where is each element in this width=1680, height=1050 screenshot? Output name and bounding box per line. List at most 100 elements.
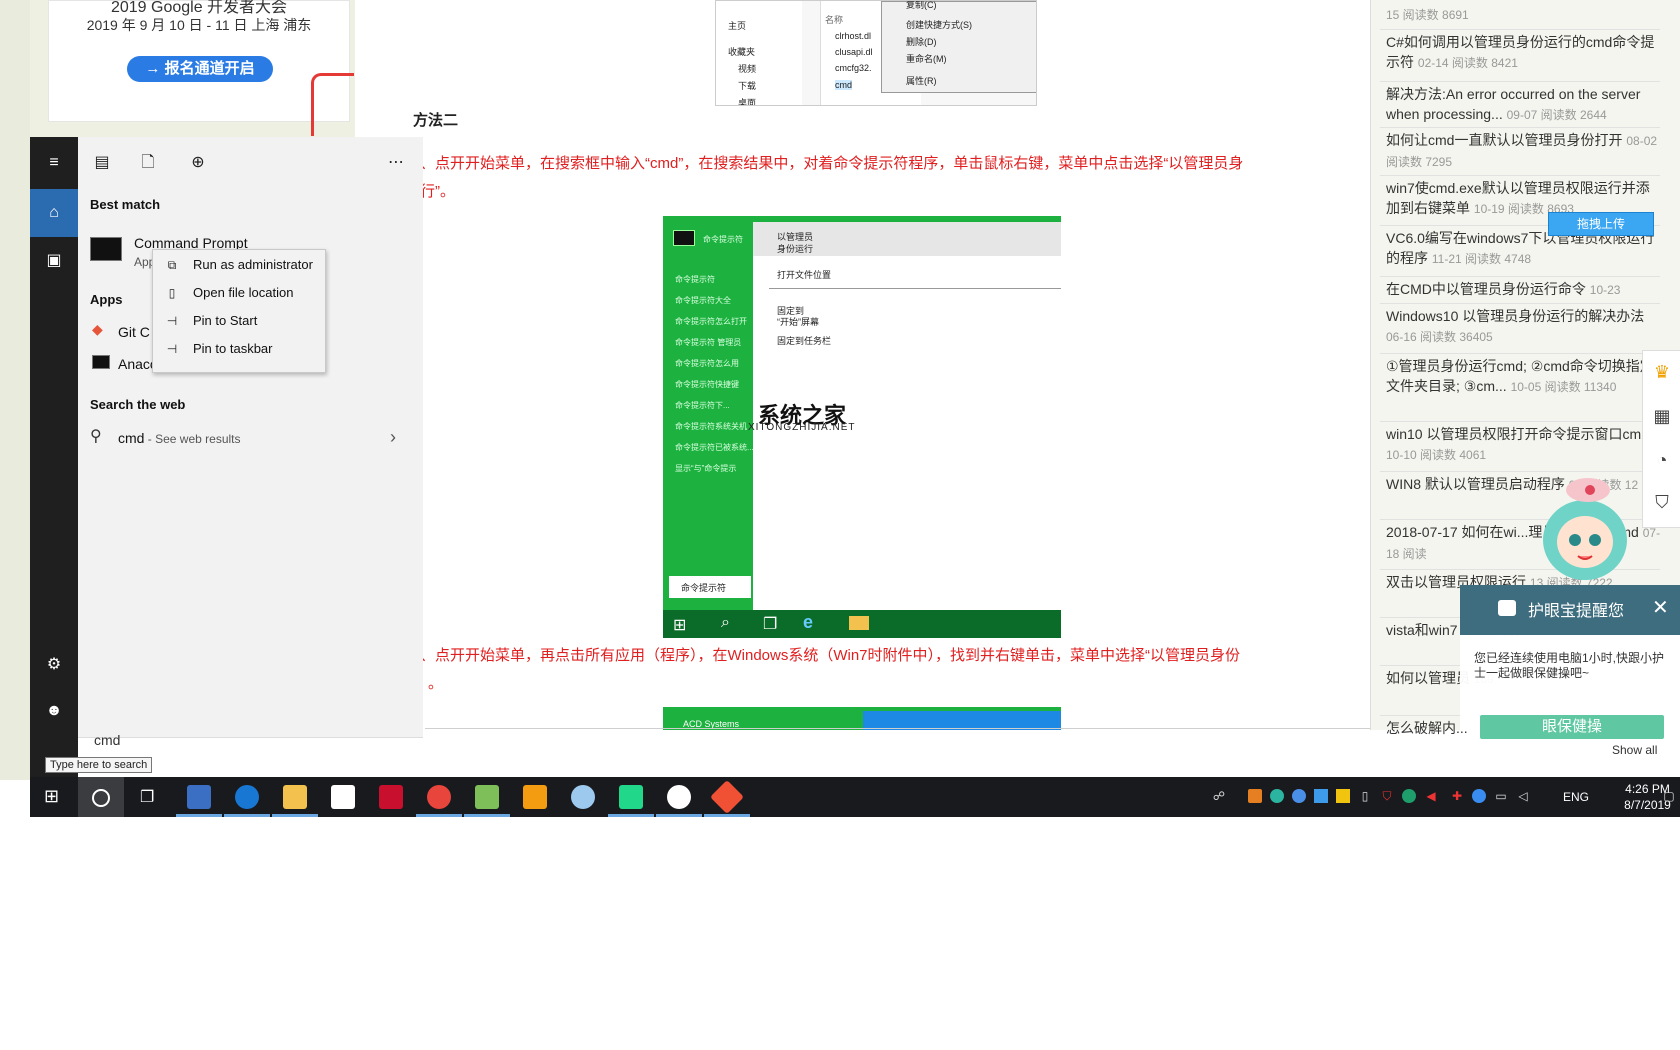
qr-code-icon[interactable]: ▦ bbox=[1651, 405, 1673, 427]
taskbar-app-filezilla[interactable] bbox=[368, 777, 414, 817]
taskbar-app-outlook[interactable] bbox=[512, 777, 558, 817]
related-separator bbox=[1380, 127, 1660, 128]
running-indicator bbox=[656, 814, 702, 817]
home-nav[interactable]: ⌂ bbox=[30, 189, 78, 237]
taskbar-app-git[interactable] bbox=[704, 777, 750, 817]
language-indicator[interactable]: ENG bbox=[1563, 790, 1589, 804]
taskbar-app-globe[interactable] bbox=[560, 777, 606, 817]
mail-icon bbox=[523, 785, 547, 809]
task-view-button[interactable]: ❐ bbox=[126, 777, 172, 817]
run-as-administrator[interactable]: ⧉ Run as administrator bbox=[153, 251, 325, 279]
task-view-icon: ❐ bbox=[763, 616, 778, 633]
related-article[interactable]: 15 阅读数 8691 bbox=[1386, 4, 1662, 25]
volume-icon[interactable]: ◁ bbox=[1516, 789, 1530, 803]
win8-result: 命令提示符快捷键 bbox=[675, 380, 739, 389]
web-result-hint: - See web results bbox=[144, 432, 241, 446]
taskbar-app-network[interactable] bbox=[176, 777, 222, 817]
shield-icon[interactable]: ⛉ bbox=[1380, 789, 1394, 803]
documents-icon[interactable]: ▣ bbox=[42, 249, 66, 273]
drag-upload-button[interactable]: 拖拽上传 bbox=[1548, 212, 1654, 236]
search-tooltip: Type here to search bbox=[45, 757, 153, 773]
explorer-ctx-item: 属性(R) bbox=[906, 76, 937, 86]
taskbar-app-store[interactable] bbox=[320, 777, 366, 817]
shield-icon[interactable]: ⛉ bbox=[1651, 491, 1673, 513]
git-icon bbox=[710, 780, 744, 814]
close-icon[interactable]: ✕ bbox=[1652, 595, 1669, 620]
tray-app-icon[interactable] bbox=[1270, 789, 1284, 803]
related-article[interactable]: 解决方法:An error occurred on the server whe… bbox=[1386, 84, 1662, 125]
notifications-icon[interactable]: ▢ bbox=[1662, 789, 1676, 803]
web-search-result[interactable]: cmd - See web results bbox=[118, 430, 241, 448]
eye-care-popup: 护眼宝提醒您 ✕ 您已经连续使用电脑1小时,快跟小护士一起做眼保健操吧~ bbox=[1460, 585, 1680, 730]
taskbar-app-edge[interactable] bbox=[224, 777, 270, 817]
explorer-file: clrhost.dl bbox=[835, 31, 872, 41]
related-article[interactable]: 在CMD中以管理员身份运行命令 10-23 bbox=[1386, 279, 1662, 300]
tray-app-icon[interactable] bbox=[1472, 789, 1486, 803]
taskbar-app-baidu-netdisk[interactable] bbox=[656, 777, 702, 817]
chevron-right-icon[interactable]: › bbox=[390, 427, 396, 448]
related-article[interactable]: C#如何调用以管理员身份运行的cmd命令提示符 02-14 阅读数 8421 bbox=[1386, 32, 1662, 73]
ad-decoration bbox=[311, 73, 354, 136]
search-value[interactable]: cmd bbox=[94, 732, 120, 748]
notepad-icon bbox=[475, 785, 499, 809]
related-article[interactable]: Windows10 以管理员身份运行的解决办法 06-16 阅读数 36405 bbox=[1386, 306, 1662, 347]
pin-to-start[interactable]: ⊣ Pin to Start bbox=[153, 307, 325, 335]
related-article[interactable]: ①管理员身份运行cmd; ②cmd命令切换指定文件夹目录; ③cm... 10-… bbox=[1386, 356, 1662, 397]
apps-filter-icon[interactable]: ▤ bbox=[90, 151, 114, 175]
eye-exercise-button[interactable]: 眼保健操 bbox=[1480, 715, 1664, 739]
more-options-icon[interactable]: ⋯ bbox=[384, 151, 408, 175]
command-prompt-icon bbox=[90, 237, 122, 261]
documents-filter-icon[interactable]: 🗋 bbox=[136, 151, 160, 175]
git-result[interactable]: Git C bbox=[118, 324, 150, 340]
chat-icon[interactable]: ◔ bbox=[1651, 449, 1673, 471]
show-all-link[interactable]: Show all bbox=[1612, 743, 1657, 757]
tray-app-icon[interactable] bbox=[1248, 789, 1262, 803]
network-icon[interactable]: ▭ bbox=[1494, 789, 1508, 803]
pin-icon: ⊣ bbox=[166, 314, 178, 328]
pin-to-taskbar[interactable]: ⊣ Pin to taskbar bbox=[153, 335, 325, 363]
user-feedback-icon[interactable]: ☻ bbox=[42, 699, 66, 723]
taskbar-app-notepad[interactable] bbox=[464, 777, 510, 817]
explorer-ctx-item: 创建快捷方式(S) bbox=[906, 20, 972, 30]
win8-result: 命令提示符大全 bbox=[675, 296, 731, 305]
home-icon: ⌂ bbox=[49, 204, 59, 221]
taskbar: ⊞ ❐ ☍ ▯ ⛉ ◀ ✚ ▭ ◁ ENG 4:26 PM 8/7/2019 ▢ bbox=[30, 777, 1680, 817]
win8-menu-item: “开始”屏幕 bbox=[777, 317, 819, 327]
ad-register-button[interactable]: → 报名通道开启 bbox=[127, 56, 273, 82]
eye-care-icon bbox=[1498, 600, 1516, 616]
article-image-win8-search: 命令提示符 命令提示符 命令提示符大全 命令提示符怎么打开 命令提示符 管理员 … bbox=[663, 216, 1061, 638]
related-separator bbox=[1380, 353, 1660, 354]
watermark-url: XITONGZHIJIA.NET bbox=[748, 422, 856, 433]
related-article[interactable]: win10 以管理员权限打开命令提示窗口cm 10-10 阅读数 4061 bbox=[1386, 424, 1662, 465]
start-button[interactable]: ⊞ bbox=[30, 777, 76, 817]
menu-label: Pin to Start bbox=[193, 313, 258, 328]
related-separator bbox=[1380, 175, 1660, 176]
speaker-mute-icon[interactable]: ◀ bbox=[1424, 789, 1438, 803]
cortana-circle-icon bbox=[92, 789, 110, 807]
taskbar-app-pycharm[interactable] bbox=[608, 777, 654, 817]
related-article-meta: 10-10 阅读数 4061 bbox=[1386, 448, 1487, 462]
start-menu-rail: ≡ ⌂ ▣ ⚙ ☻ bbox=[30, 137, 78, 777]
menu-label: Run as administrator bbox=[193, 257, 313, 272]
tray-app-icon[interactable] bbox=[1292, 789, 1306, 803]
people-icon[interactable]: ☍ bbox=[1212, 789, 1226, 803]
web-filter-icon[interactable]: ⊕ bbox=[186, 151, 210, 175]
tray-app-icon[interactable] bbox=[1314, 789, 1328, 803]
crown-icon[interactable]: ♛ bbox=[1651, 361, 1673, 383]
usb-icon[interactable]: ▯ bbox=[1358, 789, 1372, 803]
step-text: 、点开开始菜单，在搜索框中输入“cmd”，在搜索结果中，对着命令提示符程序，单击… bbox=[420, 155, 1244, 172]
cortana-button[interactable] bbox=[78, 777, 124, 817]
win8-result: 命令提示符系统关机 bbox=[675, 422, 747, 431]
open-file-location[interactable]: ▯ Open file location bbox=[153, 279, 325, 307]
taskbar-app-chrome[interactable] bbox=[416, 777, 462, 817]
antivirus-icon[interactable]: ✚ bbox=[1450, 789, 1464, 803]
hamburger-icon[interactable]: ≡ bbox=[42, 151, 66, 175]
taskbar-app-explorer[interactable] bbox=[272, 777, 318, 817]
eye-care-header: 护眼宝提醒您 ✕ bbox=[1460, 585, 1680, 635]
pycharm-icon bbox=[619, 785, 643, 809]
settings-gear-icon[interactable]: ⚙ bbox=[42, 653, 66, 677]
google-dev-ad[interactable]: 2019 Google 开发者大会 2019 年 9 月 10 日 - 11 日… bbox=[48, 0, 354, 136]
related-article[interactable]: 如何让cmd一直默认以管理员身份打开 08-02 阅读数 7295 bbox=[1386, 130, 1662, 172]
tray-app-icon[interactable] bbox=[1402, 789, 1416, 803]
tray-app-icon[interactable] bbox=[1336, 789, 1350, 803]
